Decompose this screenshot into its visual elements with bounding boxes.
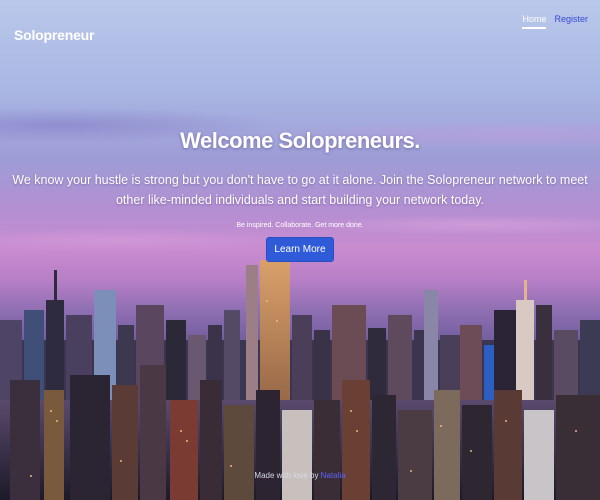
brand-logo[interactable]: Solopreneur bbox=[14, 27, 94, 43]
nav-links: Home Register bbox=[522, 14, 588, 29]
landing-page: Solopreneur Home Register Welcome Solopr… bbox=[0, 0, 600, 500]
footer: Made with love by Natalia bbox=[0, 471, 600, 480]
hero-tagline: Be inspired. Collaborate. Get more done. bbox=[236, 222, 364, 229]
footer-author-link[interactable]: Natalia bbox=[321, 471, 346, 480]
hero-title: Welcome Solopreneurs. bbox=[180, 128, 420, 153]
nav-link-register[interactable]: Register bbox=[554, 14, 588, 29]
hero-section: Welcome Solopreneurs. We know your hustl… bbox=[0, 128, 600, 262]
city-skyline-image bbox=[0, 260, 600, 500]
footer-credit-text: Made with love by bbox=[254, 471, 319, 480]
learn-more-button[interactable]: Learn More bbox=[266, 237, 334, 262]
navbar: Solopreneur Home Register bbox=[0, 0, 600, 46]
nav-link-home[interactable]: Home bbox=[522, 14, 547, 29]
hero-description: We know your hustle is strong but you do… bbox=[12, 173, 588, 207]
